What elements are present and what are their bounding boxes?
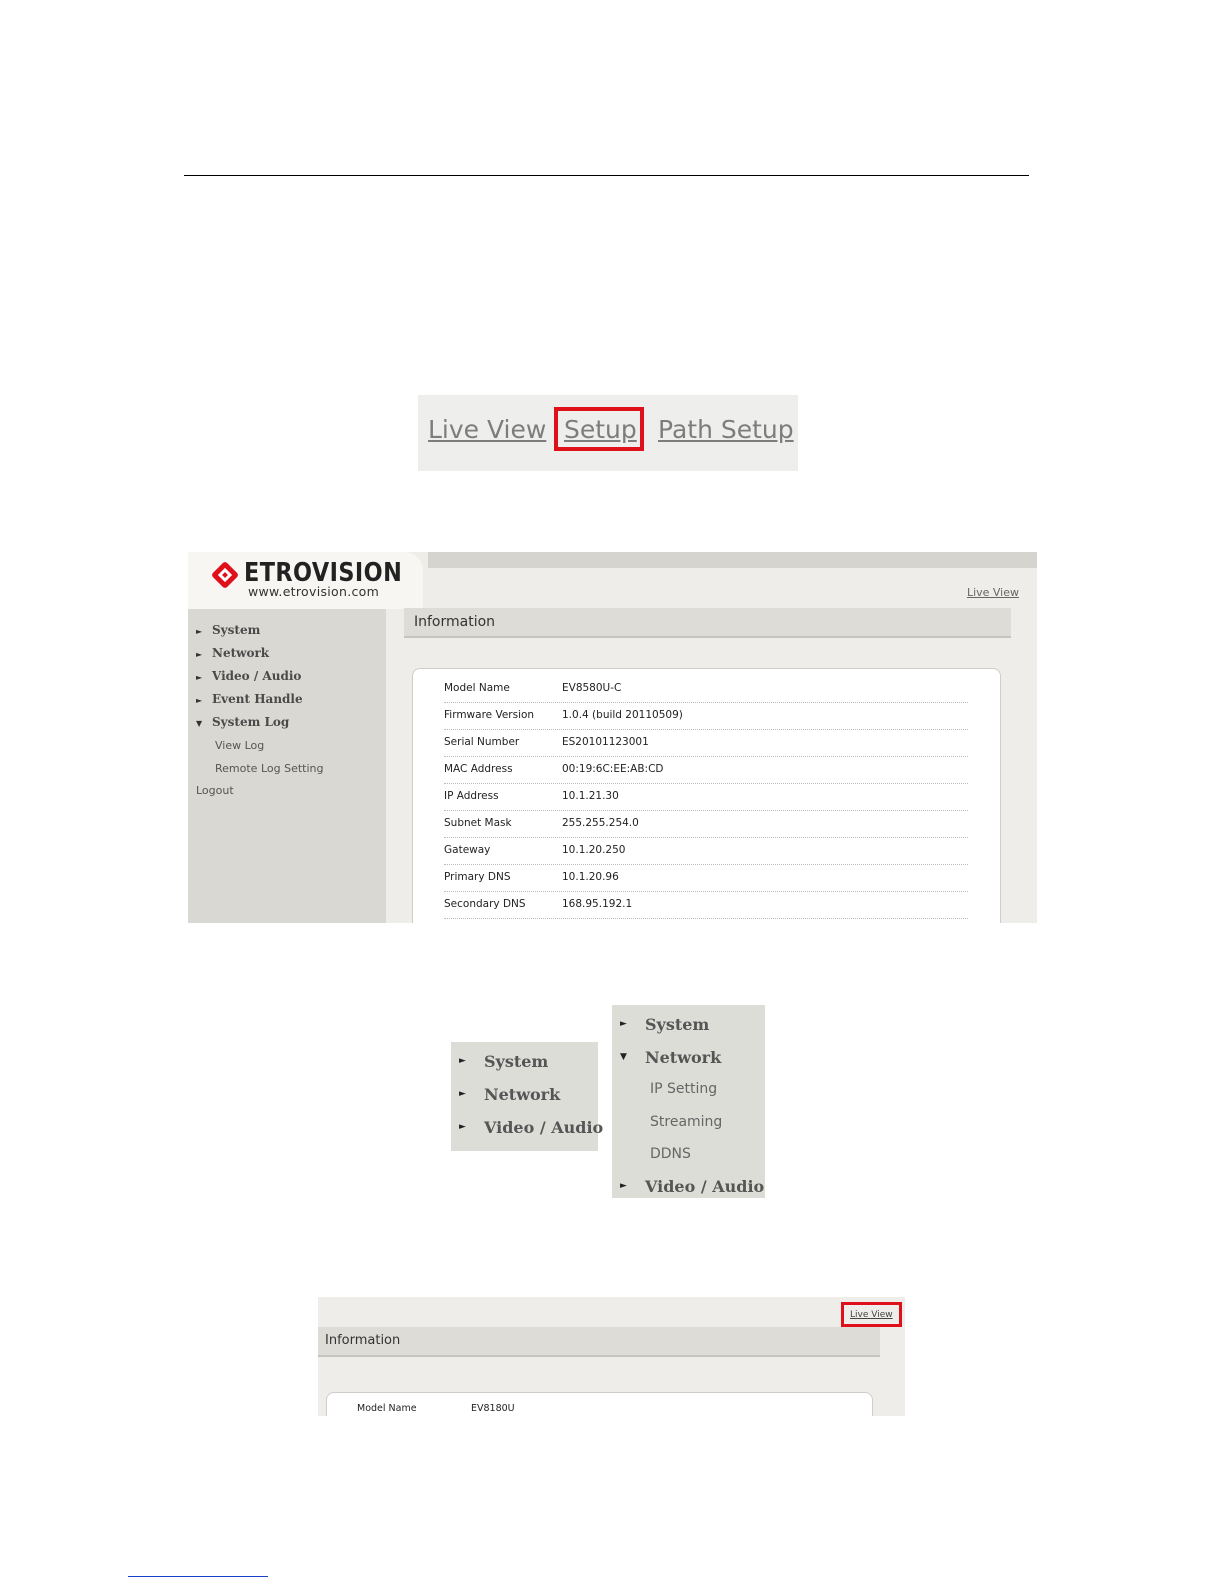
nav-path-setup-link[interactable]: Path Setup	[658, 415, 794, 444]
setup-highlight-box	[554, 407, 644, 451]
menu-item-label: System	[645, 1015, 710, 1034]
setup-page-screenshot: ETROVISION www.etrovision.com ► System ► N…	[188, 552, 1037, 923]
info-value: 00:19:6C:EE:AB:CD	[562, 763, 664, 775]
menu-item-label: Network	[484, 1085, 561, 1104]
sidebar-item-network[interactable]: ► Network	[196, 646, 269, 660]
info-value: 10.1.20.96	[562, 871, 619, 883]
info-value: 10.1.21.30	[562, 790, 619, 802]
info-row: Firmware Version 1.0.4 (build 20110509)	[444, 703, 968, 730]
info-value: EV8580U-C	[562, 682, 622, 694]
info-row: IP Address 10.1.21.30	[444, 784, 968, 811]
caret-right-icon: ►	[196, 671, 203, 682]
menu-expanded: ► System ▼ Network IP Setting Streaming …	[612, 1005, 765, 1198]
brand-logo-area: ETROVISION www.etrovision.com	[188, 552, 423, 609]
footnote-divider	[128, 1576, 268, 1577]
info-row: Serial Number ES20101123001	[444, 730, 968, 757]
info-row: Secondary DNS 168.95.192.1	[444, 892, 968, 919]
info-label: IP Address	[444, 790, 499, 802]
caret-right-icon: ►	[196, 625, 203, 636]
caret-right-icon: ►	[196, 694, 203, 705]
brand-url: www.etrovision.com	[248, 584, 380, 599]
section-title: Information	[414, 614, 496, 630]
information-panel: Model Name EV8580U-C Firmware Version 1.…	[412, 668, 1001, 923]
caret-right-icon: ►	[620, 1181, 627, 1191]
sidebar-item-event-handle[interactable]: ► Event Handle	[196, 692, 303, 706]
top-nav-bar: Live View Setup Path Setup	[418, 395, 798, 471]
info-label: Gateway	[444, 844, 491, 856]
sidebar: ► System ► Network ► Video / Audio ► Event H…	[188, 609, 386, 923]
caret-down-icon: ▼	[196, 717, 203, 728]
menu-item-label: Network	[645, 1048, 722, 1067]
info-label: Model Name	[444, 682, 510, 694]
sidebar-subitem-view-log[interactable]: View Log	[215, 739, 264, 752]
info-label: Serial Number	[444, 736, 520, 748]
info-row: Primary DNS 10.1.20.96	[444, 865, 968, 892]
info-label: Subnet Mask	[444, 817, 512, 829]
caret-down-icon: ▼	[620, 1052, 627, 1062]
sidebar-item-label: System	[212, 623, 261, 637]
sidebar-item-system-log[interactable]: ▼ System Log	[196, 715, 289, 729]
info-row: Model Name EV8580U-C	[444, 676, 968, 703]
live-view-highlight-box	[841, 1302, 902, 1327]
menu-item-label: Video / Audio	[645, 1177, 765, 1196]
caret-right-icon: ►	[459, 1056, 466, 1066]
logout-link[interactable]: Logout	[196, 784, 234, 797]
section-title: Information	[325, 1333, 401, 1348]
info-row: Gateway 10.1.20.250	[444, 838, 968, 865]
submenu-ddns[interactable]: DDNS	[650, 1146, 691, 1162]
live-view-link[interactable]: Live View	[967, 586, 1019, 599]
caret-right-icon: ►	[196, 648, 203, 659]
sidebar-item-label: Video / Audio	[212, 669, 302, 683]
menu-item-label: Video / Audio	[484, 1118, 604, 1137]
info-value: 255.255.254.0	[562, 817, 639, 829]
menu-item-label: System	[484, 1052, 549, 1071]
brand-logo-icon	[212, 562, 238, 588]
caret-right-icon: ►	[459, 1122, 466, 1132]
section-header: Information	[404, 608, 1011, 638]
sidebar-item-label: System Log	[212, 715, 290, 729]
caret-right-icon: ►	[620, 1019, 627, 1029]
menu-collapsed: ► System ► Network ► Video / Audio	[451, 1042, 603, 1151]
submenu-ip-setting[interactable]: IP Setting	[650, 1081, 717, 1097]
sidebar-item-video-audio[interactable]: ► Video / Audio	[196, 669, 301, 683]
info-label: Secondary DNS	[444, 898, 526, 910]
sidebar-subitem-remote-log-setting[interactable]: Remote Log Setting	[215, 762, 323, 775]
caret-right-icon: ►	[459, 1089, 466, 1099]
header-bar	[428, 552, 1037, 568]
info-page-screenshot: Live View Information Model Name EV8180U	[318, 1297, 905, 1416]
info-value: EV8180U	[471, 1403, 515, 1414]
information-panel: Model Name EV8180U	[326, 1392, 873, 1416]
info-label: Model Name	[357, 1403, 417, 1414]
sidebar-item-system[interactable]: ► System	[196, 623, 260, 637]
info-label: Primary DNS	[444, 871, 511, 883]
info-value: 168.95.192.1	[562, 898, 633, 910]
info-value: ES20101123001	[562, 736, 649, 748]
submenu-streaming[interactable]: Streaming	[650, 1114, 722, 1130]
info-label: MAC Address	[444, 763, 513, 775]
sidebar-item-label: Event Handle	[212, 692, 303, 706]
sidebar-item-label: Network	[212, 646, 270, 660]
section-header: Information	[318, 1327, 880, 1357]
info-row: Subnet Mask 255.255.254.0	[444, 811, 968, 838]
top-divider	[184, 175, 1029, 176]
info-value: 1.0.4 (build 20110509)	[562, 709, 683, 721]
nav-live-view-link[interactable]: Live View	[428, 415, 546, 444]
info-label: Firmware Version	[444, 709, 535, 721]
info-row: MAC Address 00:19:6C:EE:AB:CD	[444, 757, 968, 784]
info-value: 10.1.20.250	[562, 844, 626, 856]
